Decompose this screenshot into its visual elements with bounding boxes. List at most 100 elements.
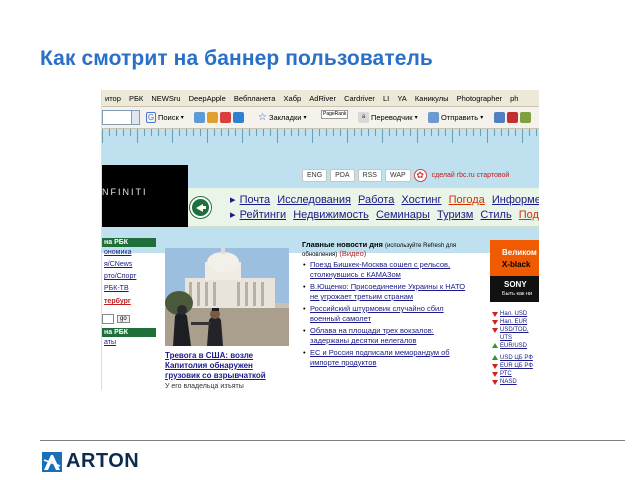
currency-row[interactable]: Нал. EUR xyxy=(492,318,539,326)
slide: Как смотрит на баннер пользователь итор … xyxy=(0,0,640,480)
left-column-select-row: go xyxy=(102,314,154,324)
infiniti-banner-text: NFINITI xyxy=(102,187,148,197)
nav-link-mail[interactable]: Почта xyxy=(240,194,271,206)
photo-subcaption: У его владельца изъяты xyxy=(165,383,244,390)
nav-link-hosting[interactable]: Хостинг xyxy=(401,194,441,206)
pagerank-label: PageRank xyxy=(321,110,349,119)
up-arrow-icon xyxy=(492,355,498,360)
bookmarks-bar: итор РБК NEWSru DeepApple Вебпланета Хаб… xyxy=(102,90,539,107)
city-select[interactable] xyxy=(102,314,114,324)
nav-link-realty[interactable]: Недвижимость xyxy=(293,209,369,221)
currency-row[interactable]: Нал. USD xyxy=(492,310,539,318)
wap-button[interactable]: WAP xyxy=(384,169,411,182)
news-item[interactable]: • Российский штурмовик случайно сбил воен… xyxy=(302,304,474,324)
left-column-city-link[interactable]: тербург xyxy=(102,295,156,308)
news-item[interactable]: • ЕС и Россия подписали меморандум об имп… xyxy=(302,348,474,368)
toolbar-search-button[interactable]: G Поиск ▾ xyxy=(146,112,184,123)
toolbar-icons-group[interactable] xyxy=(194,112,244,123)
make-startpage-link[interactable]: сделай rbc.ru стартовой xyxy=(432,169,510,182)
bookmark-item[interactable]: Хабр xyxy=(281,90,305,103)
browser-screenshot: итор РБК NEWSru DeepApple Вебпланета Хаб… xyxy=(101,90,539,390)
bookmark-item[interactable]: Cardriver xyxy=(341,90,378,103)
bookmark-item[interactable]: YA xyxy=(394,90,409,103)
translate-icon: a xyxy=(358,112,369,123)
left-column: на РБК ономика я/CNews рто/Спорт РБК-ТВ … xyxy=(102,238,156,349)
currency-list: Нал. USD Нал. EUR USD/TOD, UTS EUR/USD U… xyxy=(492,310,539,386)
bookmark-item[interactable]: NEWSru xyxy=(148,90,183,103)
currency-row[interactable]: USD/TOD, UTS xyxy=(492,326,539,342)
currency-row[interactable]: РТС xyxy=(492,370,539,378)
go-button[interactable]: go xyxy=(117,315,130,323)
rss-button[interactable]: RSS xyxy=(357,169,382,182)
bookmark-item[interactable]: Photographer xyxy=(454,90,505,103)
nav-link-jobs[interactable]: Работа xyxy=(358,194,394,206)
pda-button[interactable]: PDA xyxy=(330,169,355,182)
toolbar-tools-group[interactable] xyxy=(494,112,531,123)
left-column-link[interactable]: аты xyxy=(102,337,156,349)
toolbar-translator-label: Переводчик xyxy=(371,113,413,122)
bookmark-item[interactable]: ph xyxy=(507,90,521,103)
pagerank-indicator: PageRank xyxy=(321,110,349,119)
startpage-icon[interactable]: ✿ xyxy=(413,169,427,182)
left-column-header-2: на РБК xyxy=(102,328,156,337)
up-arrow-icon xyxy=(492,343,498,348)
nav-link-style[interactable]: Стиль xyxy=(480,209,511,221)
left-column-link[interactable]: рто/Спорт xyxy=(102,271,156,283)
currency-row[interactable]: NASD xyxy=(492,378,539,386)
news-item[interactable]: • Поезд Бишкек-Москва сошел с рельсов, ст… xyxy=(302,260,474,280)
video-link[interactable]: (Видео) xyxy=(339,249,366,258)
rbc-navigation: ▸ Почта Исследования Работа Хостинг Пого… xyxy=(188,187,539,227)
google-toolbar: G Поиск ▾ ☆ Закладки ▾ PageRank a Перево… xyxy=(102,107,539,129)
infiniti-banner[interactable]: NFINITI xyxy=(102,165,188,227)
news-item[interactable]: • Облава на площади трех вокзалов: задерж… xyxy=(302,326,474,346)
bookmark-item[interactable]: Вебпланета xyxy=(231,90,279,103)
nav-link-weather[interactable]: Погода xyxy=(449,194,485,206)
top-news-title: Главные новости дня xyxy=(302,240,383,249)
capitol-photo-image xyxy=(165,248,289,346)
slide-title: Как смотрит на баннер пользователь xyxy=(40,47,433,70)
nav-link-informer[interactable]: Информер xyxy=(492,194,539,206)
news-photo[interactable] xyxy=(165,248,289,346)
currency-row[interactable]: USD ЦБ РФ xyxy=(492,354,539,362)
top-news-header: Главные новости дня (используйте Refresh… xyxy=(302,240,474,258)
toolbar-spin-icon[interactable] xyxy=(131,111,139,124)
toolbar-translator-button[interactable]: a Переводчик ▾ xyxy=(358,112,418,123)
left-column-link[interactable]: ономика xyxy=(102,247,156,259)
bookmark-item[interactable]: итор xyxy=(102,90,124,103)
bookmark-item[interactable]: Каникулы xyxy=(412,90,452,103)
left-column-header: на РБК xyxy=(102,238,156,247)
currency-row[interactable]: EUR ЦБ РФ xyxy=(492,362,539,370)
sony-banner-line1: Великом xyxy=(502,248,537,257)
pencil-icon xyxy=(494,112,505,123)
chevron-down-icon: ▾ xyxy=(480,115,484,121)
toolbar-send-label: Отправить xyxy=(441,113,479,122)
wrench-icon xyxy=(520,112,531,123)
arton-logo-icon xyxy=(42,451,62,472)
left-column-link[interactable]: я/CNews xyxy=(102,259,156,271)
photo-caption-link[interactable]: Тревога в США: возле Капитолия обнаружен… xyxy=(165,351,289,381)
nav-link-ratings[interactable]: Рейтинги xyxy=(240,209,287,221)
bookmark-item[interactable]: DeepApple xyxy=(186,90,229,103)
sony-banner[interactable]: Великом X-black SONY Быть как ни xyxy=(490,240,539,302)
puzzle-icon xyxy=(207,112,218,123)
toolbar-search-label: Поиск xyxy=(158,113,179,122)
toolbar-bookmarks-button[interactable]: ☆ Закладки ▾ xyxy=(258,112,306,123)
news-item[interactable]: • В.Ющенко: Присоединение Украины к НАТО … xyxy=(302,282,474,302)
toolbar-send-button[interactable]: Отправить ▾ xyxy=(428,112,483,123)
nav-link-gifts[interactable]: Подар xyxy=(519,209,539,221)
bookmark-item[interactable]: LI xyxy=(380,90,392,103)
nav-row-2: ▸ Рейтинги Недвижимость Семинары Туризм … xyxy=(230,208,539,221)
down-arrow-icon xyxy=(492,380,498,385)
bookmark-item[interactable]: РБК xyxy=(126,90,146,103)
down-arrow-icon xyxy=(492,312,498,317)
check-icon xyxy=(233,112,244,123)
down-arrow-icon xyxy=(492,372,498,377)
left-column-link[interactable]: РБК-ТВ xyxy=(102,283,156,295)
nav-link-seminars[interactable]: Семинары xyxy=(376,209,430,221)
back-arrow-icon[interactable] xyxy=(190,197,211,218)
bookmark-item[interactable]: AdRiver xyxy=(306,90,339,103)
eng-button[interactable]: ENG xyxy=(302,169,328,182)
currency-row[interactable]: EUR/USD xyxy=(492,342,539,350)
nav-link-tourism[interactable]: Туризм xyxy=(437,209,473,221)
nav-link-research[interactable]: Исследования xyxy=(277,194,351,206)
